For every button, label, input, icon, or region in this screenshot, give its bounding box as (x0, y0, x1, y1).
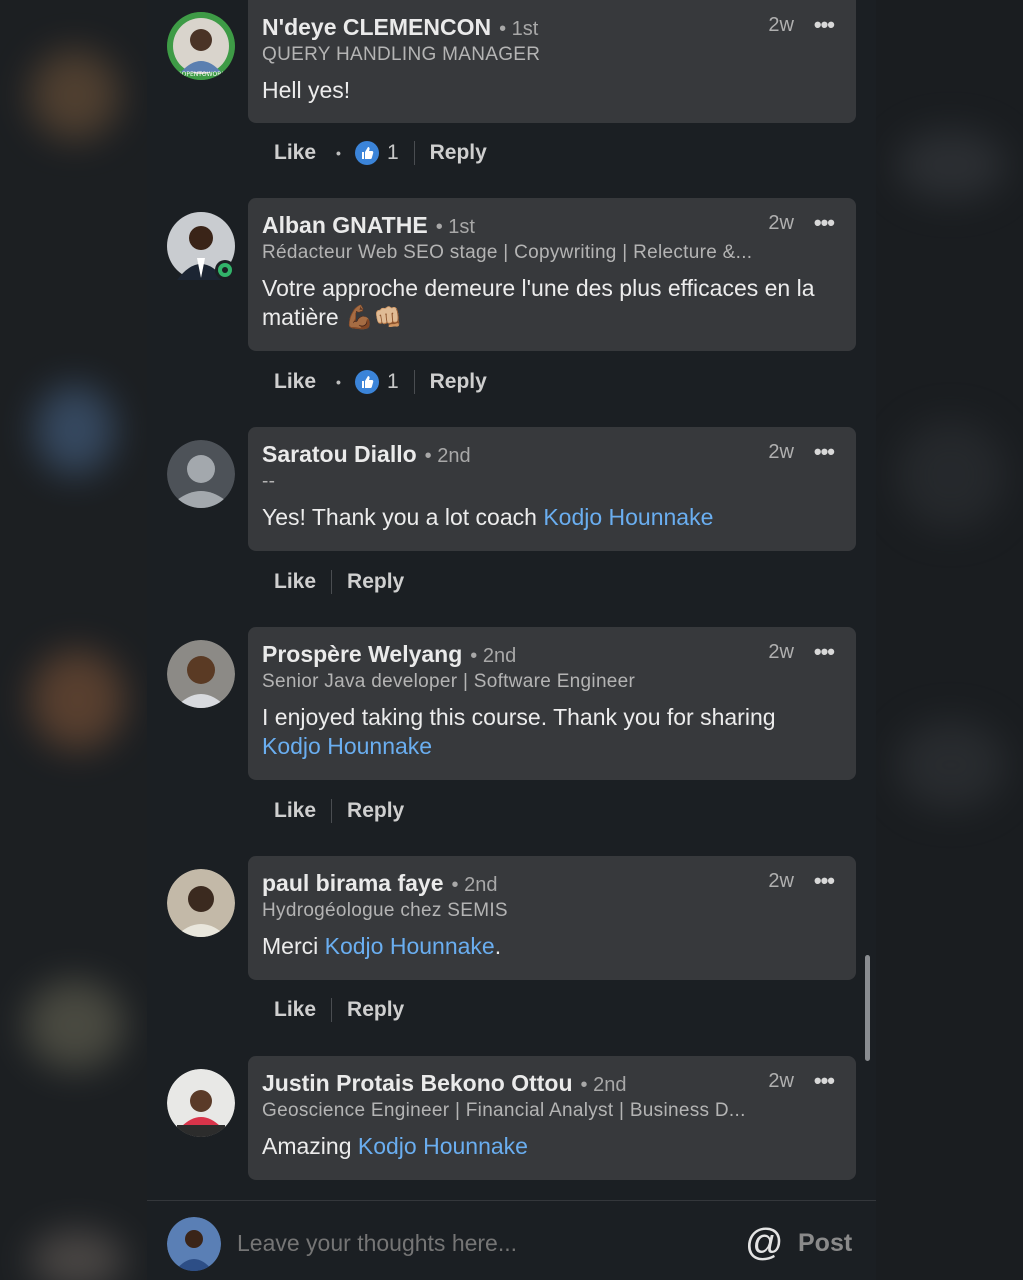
author-headline: QUERY HANDLING MANAGER (262, 44, 541, 65)
more-options-icon[interactable]: ••• (814, 641, 835, 663)
comment-bubble: Justin Protais Bekono Ottou • 2nd 2w •••… (248, 1056, 856, 1180)
comment-actions: Like Reply (274, 799, 404, 823)
divider (331, 799, 333, 823)
comment-text-segment: Yes! Thank you a lot coach (262, 504, 544, 530)
timestamp: 2w (768, 1070, 794, 1092)
avatar[interactable] (167, 212, 235, 280)
comment-actions: Like Reply (274, 998, 404, 1022)
author-name[interactable]: Justin Protais Bekono Ottou (262, 1070, 573, 1097)
comment-bubble: paul birama faye • 2nd 2w ••• Hydrogéolo… (248, 856, 856, 980)
comment-text: Yes! Thank you a lot coach Kodjo Hounnak… (262, 503, 834, 546)
comment-actions: Like • 1 Reply (274, 141, 487, 165)
connection-degree: • 1st (499, 18, 539, 40)
mention-at-icon[interactable]: @ (745, 1223, 784, 1263)
author-name[interactable]: Prospère Welyang (262, 641, 462, 668)
comment-text-segment: Merci (262, 933, 325, 959)
timestamp: 2w (768, 441, 794, 463)
avatar[interactable] (167, 1069, 235, 1137)
author-name[interactable]: Alban GNATHE (262, 212, 428, 239)
author-headline: Senior Java developer | Software Enginee… (262, 671, 636, 692)
avatar[interactable] (167, 640, 235, 708)
like-reaction-icon[interactable] (354, 141, 379, 165)
mention-link[interactable]: Kodjo Hounnake (325, 933, 495, 959)
more-options-icon[interactable]: ••• (814, 14, 835, 36)
like-button[interactable]: Like (274, 799, 316, 823)
author-headline: Rédacteur Web SEO stage | Copywriting | … (262, 242, 753, 263)
timestamp: 2w (768, 14, 794, 36)
divider (413, 141, 415, 165)
reply-button[interactable]: Reply (430, 141, 487, 165)
reply-button[interactable]: Reply (347, 570, 404, 594)
reply-button[interactable]: Reply (430, 370, 487, 394)
post-button[interactable]: Post (798, 1229, 852, 1258)
comment-text: I enjoyed taking this course. Thank you … (262, 703, 834, 775)
like-button[interactable]: Like (274, 570, 316, 594)
timestamp: 2w (768, 641, 794, 663)
current-user-avatar[interactable] (167, 1217, 221, 1271)
reply-button[interactable]: Reply (347, 998, 404, 1022)
more-options-icon[interactable]: ••• (814, 870, 835, 892)
like-button[interactable]: Like (274, 998, 316, 1022)
comment-actions: Like • 1 Reply (274, 370, 487, 394)
divider (413, 370, 415, 394)
comment-text: Amazing Kodjo Hounnake (262, 1132, 834, 1175)
timestamp: 2w (768, 212, 794, 234)
like-button[interactable]: Like (274, 141, 316, 165)
mention-link[interactable]: Kodjo Hounnake (543, 504, 713, 530)
author-name[interactable]: N'deye CLEMENCON (262, 14, 491, 41)
background-right-panel (876, 0, 1023, 1280)
comment-bubble: N'deye CLEMENCON • 1st 2w ••• QUERY HAND… (248, 0, 856, 123)
connection-degree: • 2nd (424, 445, 471, 467)
comments-panel: #OPENTOWORK N'deye CLEMENCON • 1st 2w ••… (147, 0, 876, 1280)
background-left-panel (0, 0, 147, 1280)
comment-text-segment: Amazing (262, 1133, 358, 1159)
more-options-icon[interactable]: ••• (814, 441, 835, 463)
separator-dot: • (336, 145, 341, 161)
author-name[interactable]: paul birama faye (262, 870, 444, 897)
more-options-icon[interactable]: ••• (814, 1070, 835, 1092)
connection-degree: • 2nd (470, 645, 517, 667)
author-headline: Geoscience Engineer | Financial Analyst … (262, 1100, 746, 1121)
online-status-icon (215, 260, 235, 280)
connection-degree: • 2nd (580, 1074, 627, 1096)
comment-input[interactable] (235, 1229, 719, 1258)
more-options-icon[interactable]: ••• (814, 212, 835, 234)
comment-text: Merci Kodjo Hounnake. (262, 932, 834, 975)
separator-dot: • (336, 374, 341, 390)
avatar[interactable]: #OPENTOWORK (167, 12, 235, 80)
like-reaction-icon[interactable] (354, 370, 379, 394)
like-button[interactable]: Like (274, 370, 316, 394)
comment-bubble: Alban GNATHE • 1st 2w ••• Rédacteur Web … (248, 198, 856, 351)
comment-text-segment: . (494, 933, 502, 959)
connection-degree: • 1st (435, 216, 475, 238)
comment-text-segment: I enjoyed taking this course. Thank you … (262, 704, 776, 730)
mention-link[interactable]: Kodjo Hounnake (262, 733, 432, 759)
author-headline: -- (262, 471, 276, 492)
comment-text: Hell yes! (262, 77, 351, 103)
reaction-count[interactable]: 1 (387, 141, 399, 165)
comment-text: Votre approche demeure l'une des plus ef… (262, 275, 815, 330)
comment-actions: Like Reply (274, 570, 404, 594)
scrollbar[interactable] (865, 955, 870, 1061)
avatar[interactable] (167, 440, 235, 508)
divider (331, 998, 333, 1022)
reply-button[interactable]: Reply (347, 799, 404, 823)
divider (331, 570, 333, 594)
reaction-count[interactable]: 1 (387, 370, 399, 394)
author-headline: Hydrogéologue chez SEMIS (262, 900, 508, 921)
avatar[interactable] (167, 869, 235, 937)
mention-link[interactable]: Kodjo Hounnake (358, 1133, 528, 1159)
author-name[interactable]: Saratou Diallo (262, 441, 417, 468)
comment-composer: @ Post (147, 1200, 876, 1280)
connection-degree: • 2nd (451, 874, 498, 896)
timestamp: 2w (768, 870, 794, 892)
opentowork-badge-text: #OPENTOWORK (177, 71, 227, 78)
comment-bubble: Prospère Welyang • 2nd 2w ••• Senior Jav… (248, 627, 856, 780)
comment-bubble: Saratou Diallo • 2nd 2w ••• -- Yes! Than… (248, 427, 856, 551)
